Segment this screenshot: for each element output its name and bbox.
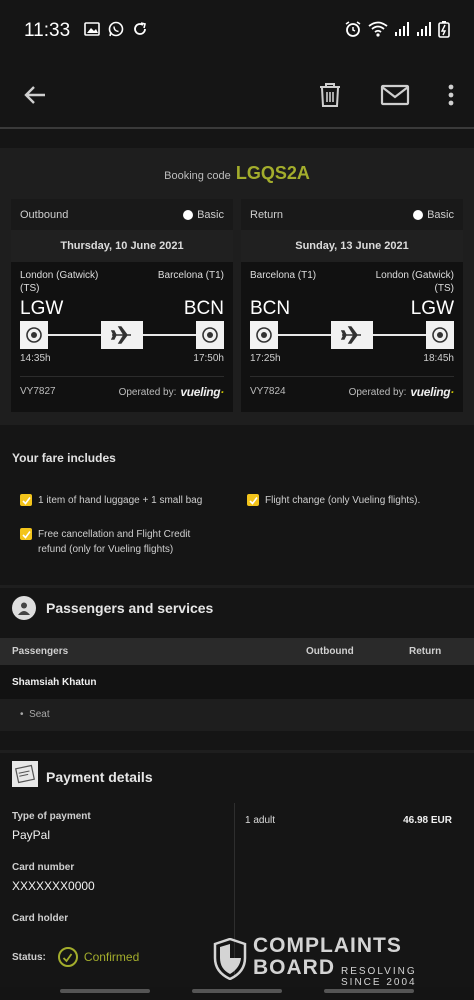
shield-logo-icon	[213, 937, 247, 985]
status-bar: 11:33	[0, 0, 474, 62]
departure-time: 14:35h	[20, 353, 51, 364]
passengers-table-header: Passengers Outbound Return	[0, 638, 474, 665]
system-nav-bar	[0, 987, 474, 1000]
back-button[interactable]	[22, 82, 48, 108]
origin-city: London (Gatwick) (TS)	[20, 270, 99, 294]
col-outbound: Outbound	[306, 646, 354, 657]
delete-button[interactable]	[318, 82, 342, 108]
payment-type-value: PayPal	[12, 828, 51, 842]
outbound-flight-card[interactable]: Outbound Basic Thursday, 10 June 2021 Lo…	[11, 199, 233, 412]
destination-code: LGW	[410, 298, 454, 319]
sync-icon	[132, 21, 148, 42]
plane-icon	[331, 321, 373, 349]
route-track	[250, 321, 454, 349]
origin-code: LGW	[20, 298, 64, 319]
payment-status: Status: Confirmed	[12, 947, 139, 967]
mail-icon	[380, 84, 410, 106]
app-bar	[0, 62, 474, 128]
booking-code-line: Booking code LGQS2A	[0, 148, 474, 184]
flight-date: Thursday, 10 June 2021	[11, 230, 233, 262]
flight-date: Sunday, 13 June 2021	[241, 230, 463, 262]
departure-time: 17:25h	[250, 353, 281, 364]
booking-code-label: Booking code	[164, 170, 231, 182]
alarm-icon	[344, 20, 362, 43]
payment-header: Payment details	[12, 761, 153, 792]
passengers-title: Passengers and services	[46, 600, 214, 616]
service-row: • Seat	[0, 699, 474, 731]
arrow-left-icon	[24, 86, 45, 104]
radio-icon	[183, 209, 194, 220]
recents-button[interactable]	[60, 989, 150, 993]
home-button[interactable]	[192, 989, 282, 993]
passenger-row: Shamsiah Khatun	[0, 665, 474, 699]
payment-type-label: Type of payment	[12, 811, 91, 822]
check-circle-icon	[57, 947, 78, 967]
more-button[interactable]	[448, 84, 454, 106]
flight-direction: Return	[250, 208, 284, 221]
col-return: Return	[409, 646, 442, 657]
booking-section: Booking code LGQS2A Outbound Basic Thurs…	[0, 148, 474, 425]
signal-icon	[394, 21, 410, 42]
destination-city: London (Gatwick) (TS)	[375, 270, 454, 294]
service-seat: • Seat	[20, 709, 50, 720]
origin-city: Barcelona (T1)	[250, 270, 317, 281]
passenger-name: Shamsiah Khatun	[12, 677, 97, 688]
header-divider	[0, 127, 474, 129]
card-holder-label: Card holder	[12, 913, 69, 924]
wifi-icon	[368, 21, 388, 42]
person-icon	[12, 596, 36, 620]
passengers-header: Passengers and services	[12, 596, 213, 620]
fare-item: Free cancellation and Flight Credit refu…	[20, 527, 200, 557]
receipt-icon	[12, 761, 38, 792]
operated-by: Operated by: vueling·	[348, 385, 455, 399]
vueling-logo: vueling·	[180, 385, 224, 399]
radio-icon	[413, 209, 424, 220]
plane-icon	[101, 321, 143, 349]
destination-city: Barcelona (T1)	[157, 270, 224, 281]
fare-type: Basic	[427, 208, 454, 221]
mail-button[interactable]	[380, 84, 410, 106]
operated-by: Operated by: vueling·	[118, 385, 225, 399]
status-time: 11:33	[24, 20, 71, 41]
destination-marker-icon	[426, 321, 454, 349]
back-nav-button[interactable]	[324, 989, 414, 993]
vueling-logo: vueling·	[410, 385, 454, 399]
fare-price: 46.98 EUR	[403, 815, 452, 826]
check-icon	[20, 528, 32, 540]
fare-includes-title: Your fare includes	[12, 451, 116, 465]
battery-icon	[438, 20, 450, 43]
fare-passenger-count: 1 adult	[245, 815, 276, 826]
flight-number: VY7827	[20, 386, 56, 397]
fare-type: Basic	[197, 208, 224, 221]
flight-direction: Outbound	[20, 208, 69, 221]
trash-icon	[320, 83, 340, 107]
image-icon	[84, 21, 100, 41]
payment-title: Payment details	[46, 768, 153, 785]
arrival-time: 17:50h	[193, 353, 224, 364]
arrival-time: 18:45h	[423, 353, 454, 364]
card-number-value: XXXXXXX0000	[12, 879, 95, 893]
fare-item: Flight change (only Vueling flights).	[247, 493, 462, 508]
fare-item: 1 item of hand luggage + 1 small bag	[20, 493, 230, 508]
complaints-board-watermark: COMPLAINTS BOARD RESOLVING SINCE 2004	[213, 935, 417, 988]
status-value: Confirmed	[83, 950, 140, 964]
destination-marker-icon	[196, 321, 224, 349]
signal-icon	[416, 21, 432, 42]
return-flight-card[interactable]: Return Basic Sunday, 13 June 2021 Barcel…	[241, 199, 463, 412]
check-icon	[247, 494, 259, 506]
origin-code: BCN	[250, 298, 291, 319]
route-track	[20, 321, 224, 349]
more-vertical-icon	[448, 84, 454, 106]
section-divider	[0, 585, 474, 588]
origin-marker-icon	[250, 321, 278, 349]
destination-code: BCN	[183, 298, 224, 319]
col-passengers: Passengers	[12, 646, 69, 657]
origin-marker-icon	[20, 321, 48, 349]
flight-number: VY7824	[250, 386, 286, 397]
section-divider	[0, 750, 474, 753]
booking-code-value: LGQS2A	[235, 163, 310, 183]
whatsapp-icon	[108, 21, 124, 42]
check-icon	[20, 494, 32, 506]
card-number-label: Card number	[12, 862, 75, 873]
